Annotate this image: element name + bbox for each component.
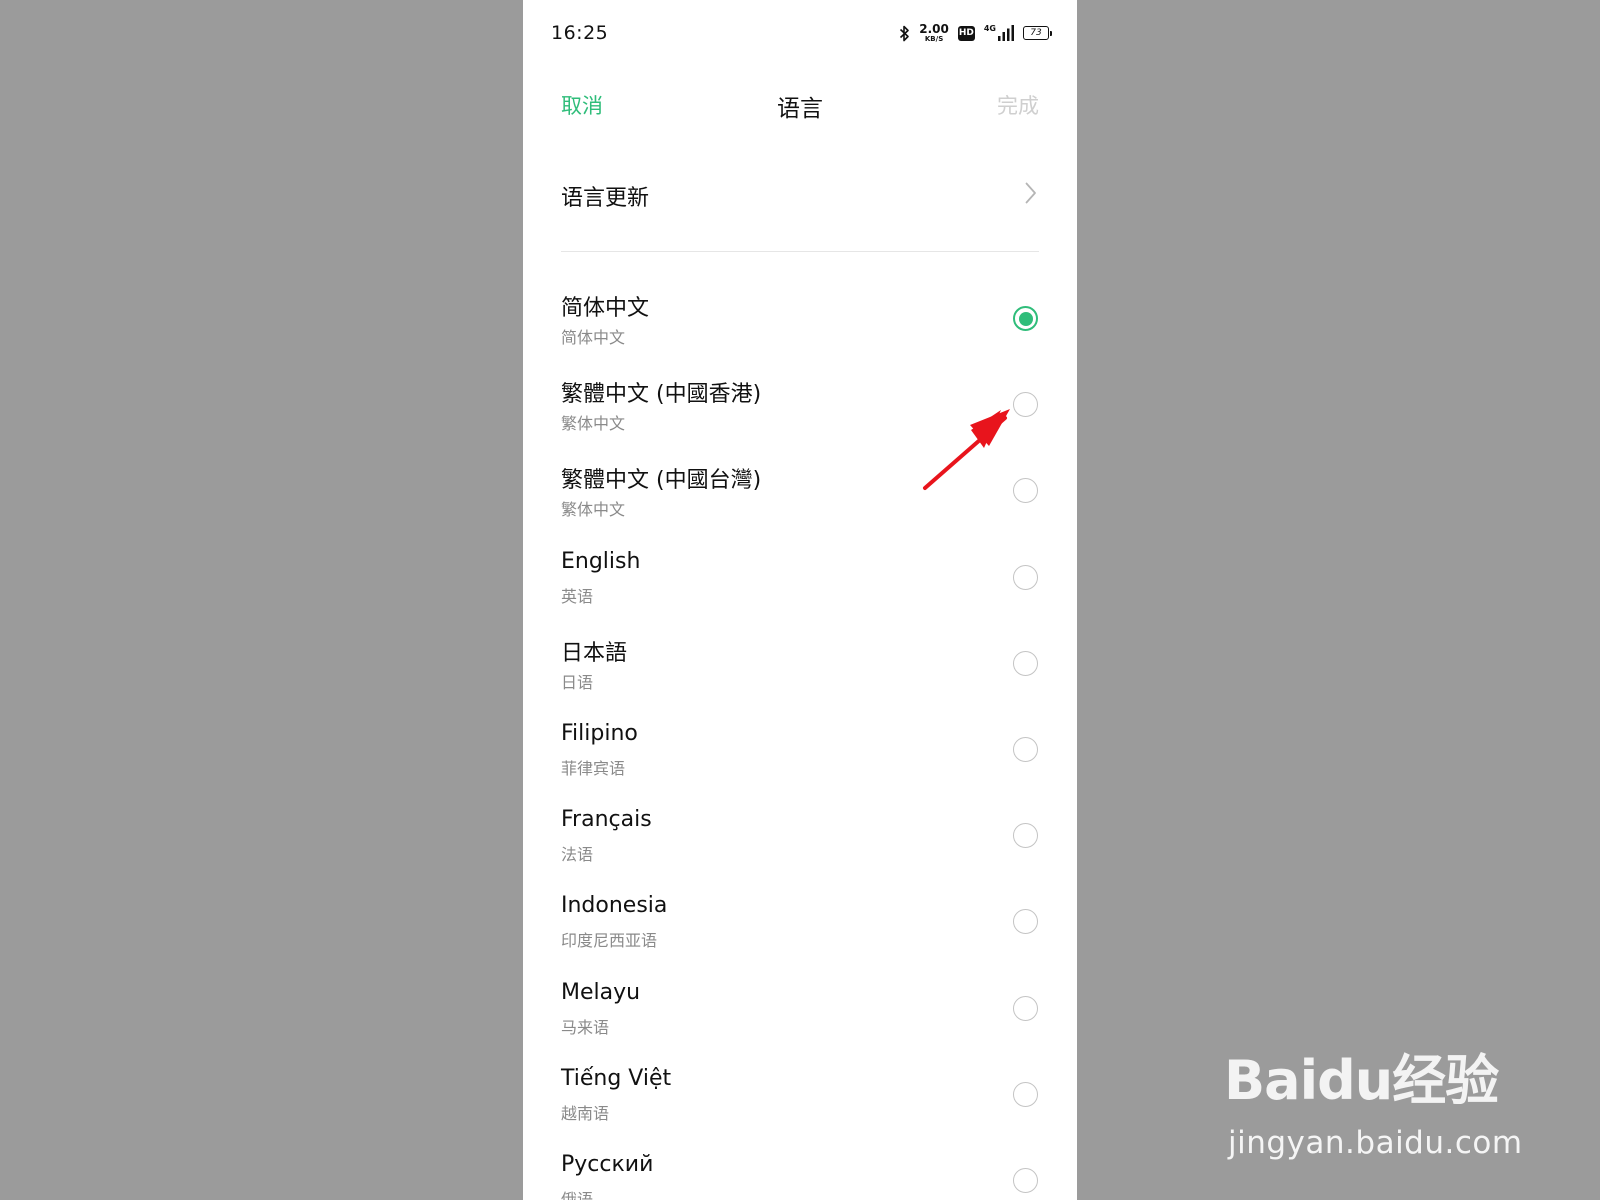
language-name: 日本語 xyxy=(561,640,628,666)
status-bar: 16:25 2.00 KB/S HD 4G 73 xyxy=(523,0,1077,70)
language-item-vietnamese[interactable]: Tiếng Việt 越南语 xyxy=(561,1062,1039,1148)
language-subtitle: 俄语 xyxy=(561,1189,594,1200)
language-item-japanese[interactable]: 日本語 日语 xyxy=(561,631,1039,717)
status-icons: 2.00 KB/S HD 4G 73 xyxy=(899,22,1052,44)
chevron-right-icon xyxy=(1025,182,1037,208)
network-speed-unit: KB/S xyxy=(924,35,944,43)
language-name: Melayu xyxy=(561,979,641,1005)
language-item-french[interactable]: Français 法语 xyxy=(561,803,1039,889)
baidu-logo: Baidu经验 xyxy=(1224,1025,1499,1125)
network-speed: 2.00 KB/S xyxy=(919,23,949,43)
language-subtitle: 简体中文 xyxy=(561,328,626,347)
language-radio[interactable] xyxy=(1013,650,1038,676)
signal-icon: 4G xyxy=(984,25,1014,41)
language-name: English xyxy=(561,548,641,574)
bluetooth-icon xyxy=(899,25,910,42)
language-subtitle: 越南语 xyxy=(561,1103,610,1123)
language-item-english[interactable]: English 英语 xyxy=(561,545,1039,631)
baidu-watermark: Baidu经验 jingyan.baidu.com xyxy=(1224,1025,1524,1165)
language-name: 繁體中文 (中國香港) xyxy=(561,382,762,408)
language-subtitle: 日语 xyxy=(561,672,594,692)
language-radio[interactable] xyxy=(1013,392,1038,418)
language-update-row[interactable]: 语言更新 xyxy=(561,168,1039,226)
language-item-zh-hk[interactable]: 繁體中文 (中國香港) 繁体中文 xyxy=(561,372,1039,458)
language-subtitle: 繁体中文 xyxy=(561,500,626,520)
section-divider xyxy=(561,251,1039,252)
baidu-brand-text: Baidu经验 xyxy=(1224,1048,1499,1112)
language-radio[interactable] xyxy=(1013,564,1038,590)
language-radio[interactable] xyxy=(1013,478,1038,504)
language-name: Tiếng Việt xyxy=(561,1065,672,1091)
page-title: 语言 xyxy=(777,96,823,122)
language-radio[interactable] xyxy=(1013,995,1038,1021)
network-speed-value: 2.00 xyxy=(919,22,949,36)
language-radio[interactable] xyxy=(1013,736,1038,762)
language-item-russian[interactable]: Русский 俄语 xyxy=(561,1148,1039,1200)
signal-type-label: 4G xyxy=(983,24,996,33)
language-item-malay[interactable]: Melayu 马来语 xyxy=(561,976,1039,1062)
language-radio[interactable] xyxy=(1013,306,1038,331)
language-item-zh-hans[interactable]: 简体中文 简体中文 xyxy=(561,286,1039,372)
language-radio[interactable] xyxy=(1013,909,1038,935)
language-name: Français xyxy=(561,807,652,833)
status-time: 16:25 xyxy=(551,22,609,44)
done-button[interactable]: 完成 xyxy=(997,90,1039,120)
header-bar: 取消 语言 完成 xyxy=(523,80,1077,128)
language-item-zh-tw[interactable]: 繁體中文 (中國台灣) 繁体中文 xyxy=(561,458,1039,544)
watermark-site-url: jingyan.baidu.com xyxy=(1228,1125,1523,1161)
language-subtitle: 英语 xyxy=(561,586,594,606)
language-radio[interactable] xyxy=(1013,823,1038,849)
language-item-filipino[interactable]: Filipino 菲律宾语 xyxy=(561,717,1039,803)
language-subtitle: 菲律宾语 xyxy=(561,758,626,778)
language-subtitle: 繁体中文 xyxy=(561,414,626,434)
language-radio[interactable] xyxy=(1013,1081,1038,1107)
language-name: 繁體中文 (中國台灣) xyxy=(561,468,762,494)
language-item-indonesian[interactable]: Indonesia 印度尼西亚语 xyxy=(561,889,1039,975)
language-name: 简体中文 xyxy=(561,296,650,321)
language-name: Indonesia xyxy=(561,893,668,919)
language-list: 简体中文 简体中文 繁體中文 (中國香港) 繁体中文 繁體中文 (中國台灣) 繁… xyxy=(561,286,1039,1200)
battery-icon: 73 xyxy=(1023,26,1052,40)
language-name: Filipino xyxy=(561,720,638,746)
hd-icon: HD xyxy=(957,25,975,41)
phone-screen: 16:25 2.00 KB/S HD 4G 73 取消 语言 完成 语言更新 简… xyxy=(523,0,1077,1200)
language-subtitle: 印度尼西亚语 xyxy=(561,931,658,951)
language-subtitle: 法语 xyxy=(561,845,594,865)
language-radio[interactable] xyxy=(1013,1167,1038,1193)
language-update-label: 语言更新 xyxy=(561,186,650,211)
language-name: Русский xyxy=(561,1151,654,1177)
language-subtitle: 马来语 xyxy=(561,1017,610,1037)
